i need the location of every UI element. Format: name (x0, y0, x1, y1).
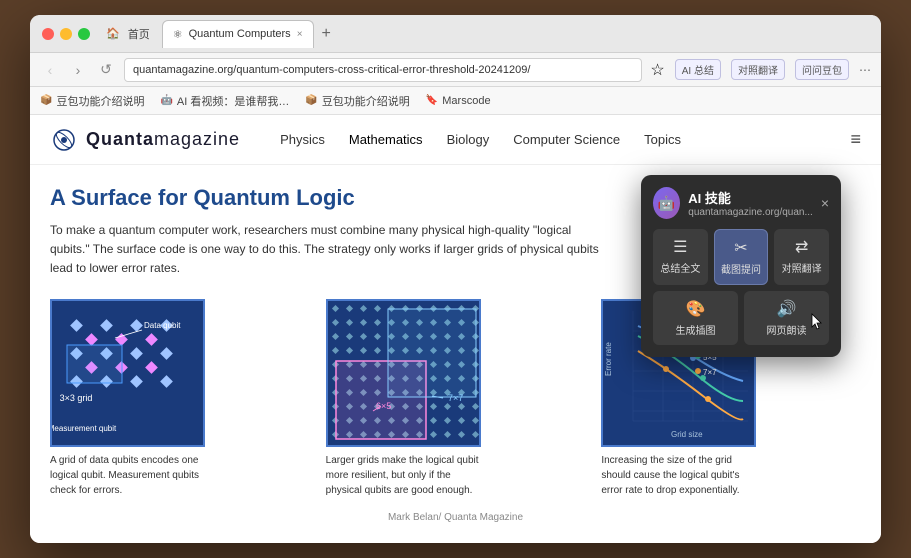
summarize-label: 总结全文 (660, 264, 700, 275)
nav-mathematics[interactable]: Mathematics (349, 132, 423, 147)
read-icon: 🔊 (748, 299, 825, 319)
figure-1: Data qubit 3×3 grid Measurement qubit A … (50, 299, 318, 498)
figure1-svg: Data qubit 3×3 grid Measurement qubit (52, 301, 207, 449)
nav-links: Physics Mathematics Biology Computer Sci… (280, 132, 681, 147)
addressbar: ‹ › ↺ ☆ AI 总结 对照翻译 问问豆包 ⋯ (30, 53, 881, 87)
ai-actions-row1: ☰ 总结全文 ✂ 截图提问 ⇄ 对照翻译 (653, 229, 829, 285)
figure1-caption: A grid of data qubits encodes one logica… (50, 453, 210, 498)
ai-subtitle: quantamagazine.org/quan... (688, 207, 813, 218)
tab-favicon: ⚛ (173, 28, 183, 41)
translate-icon: ⇄ (778, 237, 825, 257)
article-body: To make a quantum computer work, researc… (50, 221, 610, 279)
figure3-caption: Increasing the size of the grid should c… (601, 453, 761, 498)
nav-topics[interactable]: Topics (644, 132, 681, 147)
traffic-lights (42, 28, 90, 40)
figure-2: 6×5 7×7 Larger grids make the logical qu… (318, 299, 594, 498)
ai-popup-header: 🤖 AI 技能 quantamagazine.org/quan... × (653, 187, 829, 219)
logo-svg (50, 126, 78, 154)
generate-icon: 🎨 (657, 299, 734, 319)
bookmark-icon-3: 📦 (305, 95, 317, 106)
svg-text:Measurement qubit: Measurement qubit (52, 424, 117, 433)
svg-text:7×7: 7×7 (703, 368, 717, 377)
site-nav: Quantamagazine Physics Mathematics Biolo… (30, 115, 881, 165)
content-area: Quantamagazine Physics Mathematics Biolo… (30, 115, 881, 543)
svg-text:Grid size: Grid size (671, 430, 703, 439)
ai-screenshot-button[interactable]: ✂ 截图提问 (714, 229, 769, 285)
bookmark-icon[interactable]: ☆ (650, 60, 664, 80)
svg-text:7×7: 7×7 (448, 393, 463, 403)
bookmark-icon-1: 📦 (40, 95, 52, 106)
ai-actions-row2: 🎨 生成插图 🔊 网页朗读 (653, 291, 829, 345)
ai-translate-button[interactable]: ⇄ 对照翻译 (774, 229, 829, 285)
forward-button[interactable]: › (68, 62, 88, 78)
ai-summarize-button[interactable]: ☰ 总结全文 (653, 229, 708, 285)
ai-title: AI 技能 (688, 188, 813, 207)
screenshot-label: 截图提问 (721, 265, 761, 276)
bookmark-2[interactable]: 🤖 AI 看视频：是谁帮我… (160, 93, 289, 109)
generate-label: 生成插图 (676, 326, 716, 337)
active-tab[interactable]: ⚛ Quantum Computers × (162, 20, 314, 48)
bookmark-4[interactable]: 🔖 Marscode (426, 95, 491, 107)
figure2-caption: Larger grids make the logical qubit more… (326, 453, 486, 498)
bookmark-label-4: Marscode (442, 95, 490, 107)
bookmark-label-1: 豆包功能介绍说明 (56, 93, 144, 109)
site-nav-right: ≡ (850, 129, 861, 150)
logo-text: Quantamagazine (86, 129, 240, 150)
figure2-svg: 6×5 7×7 (328, 301, 481, 447)
new-tab-button[interactable]: + (318, 25, 335, 43)
svg-text:Error rate: Error rate (604, 341, 613, 375)
ai-popup: 🤖 AI 技能 quantamagazine.org/quan... × ☰ 总… (641, 175, 841, 357)
maximize-button[interactable] (78, 28, 90, 40)
ask-button[interactable]: 问问豆包 (795, 59, 849, 80)
refresh-button[interactable]: ↺ (96, 61, 116, 78)
read-label: 网页朗读 (767, 326, 807, 337)
translate-label: 对照翻译 (782, 264, 822, 275)
translate-button[interactable]: 对照翻译 (731, 59, 785, 80)
svg-text:3×3 grid: 3×3 grid (60, 393, 93, 403)
nav-computer-science[interactable]: Computer Science (513, 132, 620, 147)
titlebar: 🏠 首页 ⚛ Quantum Computers × + (30, 15, 881, 53)
article-footer: Mark Belan/ Quanta Magazine (30, 508, 881, 531)
bookmarks-bar: 📦 豆包功能介绍说明 🤖 AI 看视频：是谁帮我… 📦 豆包功能介绍说明 🔖 M… (30, 87, 881, 115)
summarize-icon: ☰ (657, 237, 704, 257)
browser-window: 🏠 首页 ⚛ Quantum Computers × + ‹ › ↺ ☆ AI … (30, 15, 881, 543)
bookmark-label-2: AI 看视频：是谁帮我… (177, 93, 289, 109)
screenshot-icon: ✂ (719, 238, 764, 258)
url-input[interactable] (124, 58, 642, 82)
tab-title: Quantum Computers (189, 28, 291, 40)
bookmark-1[interactable]: 📦 豆包功能介绍说明 (40, 93, 144, 109)
home-label[interactable]: 首页 (128, 26, 150, 42)
nav-physics[interactable]: Physics (280, 132, 325, 147)
site-logo[interactable]: Quantamagazine (50, 126, 240, 154)
svg-text:6×5: 6×5 (376, 401, 391, 411)
home-icon[interactable]: 🏠 (106, 27, 120, 40)
close-button[interactable] (42, 28, 54, 40)
ai-close-button[interactable]: × (821, 195, 829, 211)
back-button[interactable]: ‹ (40, 62, 60, 78)
tab-strip: ⚛ Quantum Computers × + (162, 20, 869, 48)
toolbar-icons: ☆ AI 总结 对照翻译 问问豆包 ⋯ (650, 59, 871, 80)
minimize-button[interactable] (60, 28, 72, 40)
bookmark-icon-2: 🤖 (160, 95, 172, 106)
ai-avatar: 🤖 (653, 187, 680, 219)
tab-close-button[interactable]: × (297, 29, 303, 40)
bookmark-3[interactable]: 📦 豆包功能介绍说明 (305, 93, 409, 109)
hamburger-menu[interactable]: ≡ (850, 129, 861, 149)
ai-read-button[interactable]: 🔊 网页朗读 (744, 291, 829, 345)
ai-title-block: AI 技能 quantamagazine.org/quan... (688, 188, 813, 218)
bookmark-label-3: 豆包功能介绍说明 (322, 93, 410, 109)
nav-biology[interactable]: Biology (447, 132, 490, 147)
ai-summary-button[interactable]: AI 总结 (675, 59, 721, 80)
svg-text:Data qubit: Data qubit (144, 321, 181, 330)
bookmark-icon-4: 🔖 (426, 95, 438, 106)
ai-generate-button[interactable]: 🎨 生成插图 (653, 291, 738, 345)
share-button[interactable]: ⋯ (859, 63, 871, 77)
